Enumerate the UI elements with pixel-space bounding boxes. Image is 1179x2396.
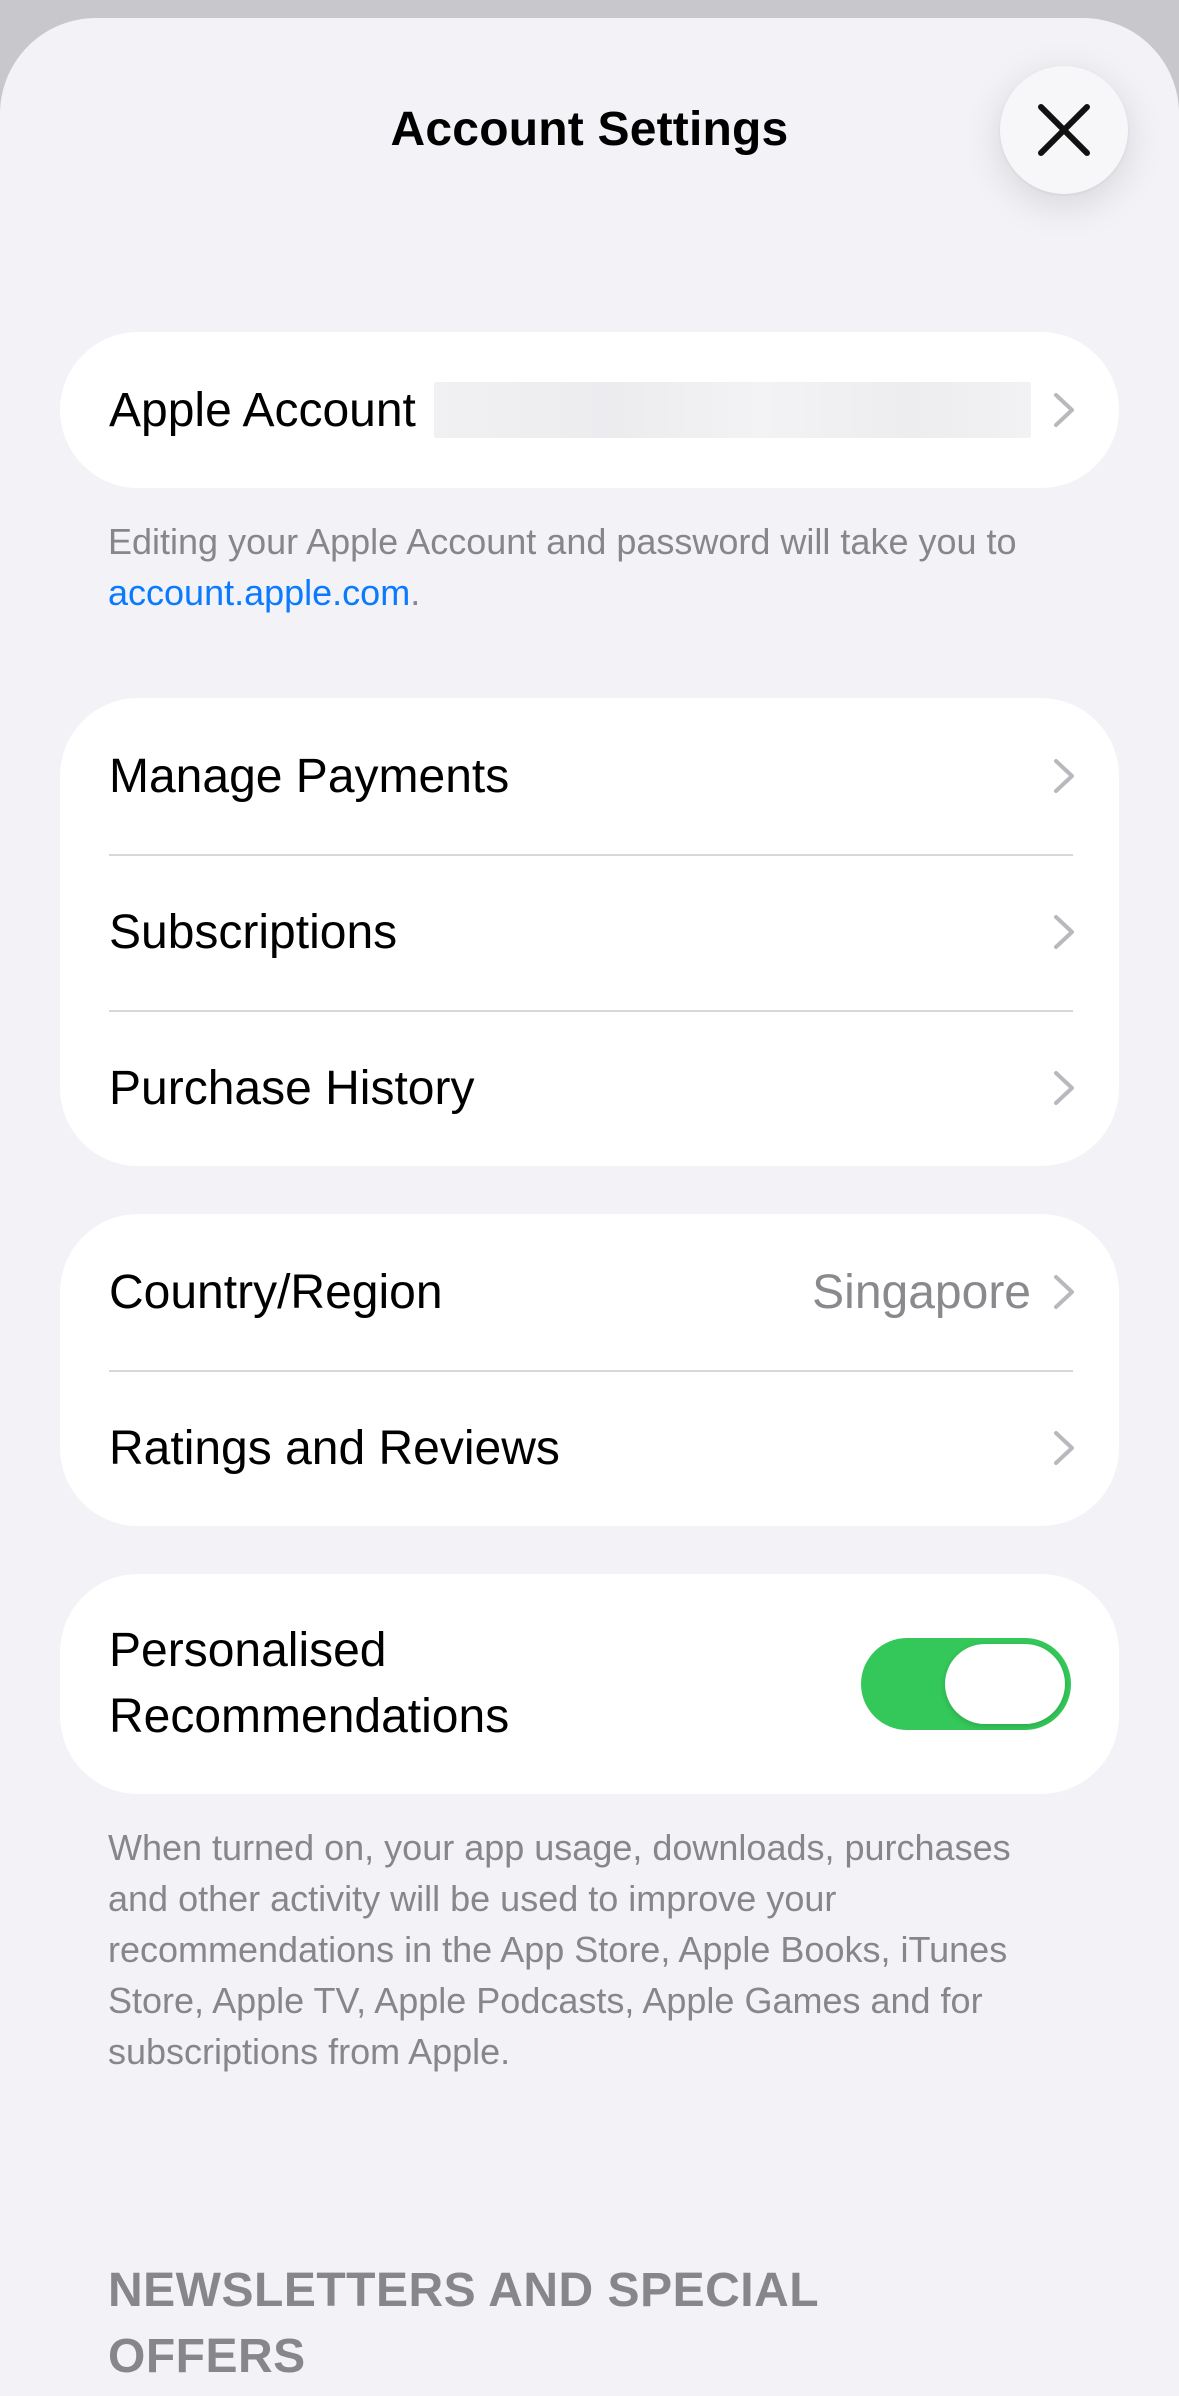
apple-account-footnote-text: Editing your Apple Account and password … bbox=[108, 521, 1017, 562]
country-region-row[interactable]: Country/Region Singapore bbox=[60, 1214, 1119, 1370]
newsletters-section-header: NEWSLETTERS AND SPECIAL OFFERS bbox=[108, 2264, 819, 2383]
apple-account-card: Apple Account bbox=[60, 332, 1119, 488]
chevron-right-icon bbox=[1054, 393, 1074, 427]
xmark-icon bbox=[1038, 104, 1090, 156]
apple-account-row[interactable]: Apple Account bbox=[60, 332, 1119, 488]
manage-payments-row[interactable]: Manage Payments bbox=[60, 698, 1119, 854]
ratings-reviews-row[interactable]: Ratings and Reviews bbox=[60, 1370, 1119, 1526]
personalised-card: Personalised Recommendations bbox=[60, 1574, 1119, 1794]
purchase-history-label: Purchase History bbox=[109, 1061, 475, 1115]
chevron-right-icon bbox=[1054, 1275, 1074, 1309]
chevron-right-icon bbox=[1054, 1431, 1074, 1465]
chevron-right-icon bbox=[1054, 1071, 1074, 1105]
region-card: Country/Region Singapore Ratings and Rev… bbox=[60, 1214, 1119, 1526]
payments-card: Manage Payments Subscriptions Purchase H… bbox=[60, 698, 1119, 1166]
personalised-recommendations-row: Personalised Recommendations bbox=[60, 1574, 1119, 1794]
country-region-value: Singapore bbox=[812, 1265, 1031, 1319]
redacted-account-value bbox=[433, 382, 1031, 438]
chevron-right-icon bbox=[1054, 915, 1074, 949]
personalised-footnote: When turned on, your app usage, download… bbox=[108, 1827, 1011, 2072]
country-region-label: Country/Region bbox=[109, 1265, 443, 1319]
subscriptions-row[interactable]: Subscriptions bbox=[60, 854, 1119, 1010]
toggle-knob bbox=[945, 1644, 1065, 1724]
apple-account-label: Apple Account bbox=[109, 383, 416, 437]
ratings-reviews-label: Ratings and Reviews bbox=[109, 1421, 560, 1475]
purchase-history-row[interactable]: Purchase History bbox=[60, 1010, 1119, 1166]
apple-account-footnote-suffix: . bbox=[410, 572, 421, 613]
personalised-recommendations-label: Personalised Recommendations bbox=[109, 1624, 510, 1743]
account-apple-link[interactable]: account.apple.com bbox=[108, 572, 410, 613]
personalised-recommendations-toggle[interactable] bbox=[861, 1638, 1071, 1730]
apple-account-footnote: Editing your Apple Account and password … bbox=[108, 516, 1068, 618]
chevron-right-icon bbox=[1054, 759, 1074, 793]
manage-payments-label: Manage Payments bbox=[109, 749, 510, 803]
close-button[interactable] bbox=[1000, 66, 1128, 194]
subscriptions-label: Subscriptions bbox=[109, 905, 398, 959]
account-settings-sheet: Account Settings Apple Account Editing y… bbox=[0, 18, 1179, 2396]
